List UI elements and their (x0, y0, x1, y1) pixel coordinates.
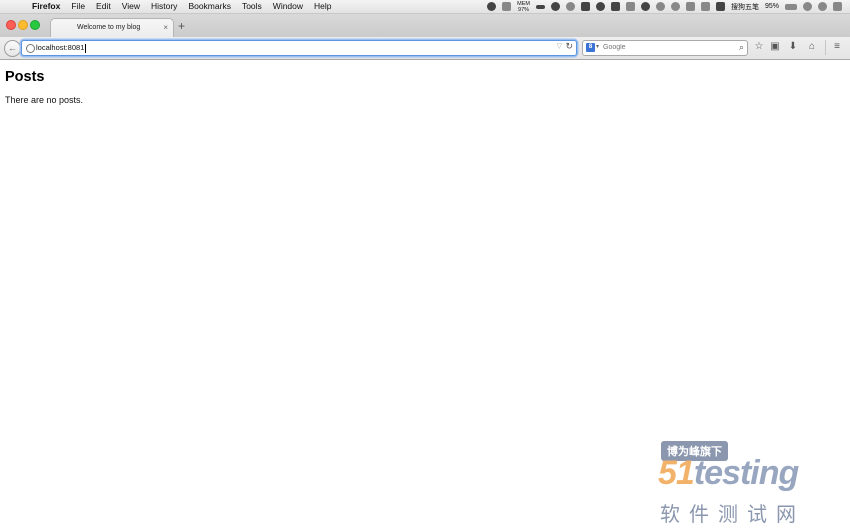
reload-icon[interactable]: ↻ (565, 41, 573, 52)
menu-view[interactable]: View (122, 0, 140, 13)
menu-bar: Firefox File Edit View History Bookmarks… (0, 0, 850, 14)
battery-bar-icon[interactable] (535, 4, 545, 9)
window-zoom-button[interactable] (30, 20, 40, 30)
input-method-label[interactable]: 搜狗五笔 (731, 2, 759, 12)
wechat-icon[interactable] (487, 2, 497, 11)
back-arrow-icon: ← (8, 43, 17, 53)
menu-bookmarks[interactable]: Bookmarks (188, 0, 231, 13)
chrome-icon[interactable] (550, 2, 560, 11)
watermark-logo: 博为峰旗下 51testing 软件测试网 (658, 441, 848, 529)
bluetooth-icon[interactable] (700, 2, 710, 11)
menu-file[interactable]: File (71, 0, 85, 13)
memory-value: 97% (518, 6, 530, 13)
menu-tools[interactable]: Tools (242, 0, 262, 13)
page-title: Posts (5, 69, 45, 85)
wifi-icon[interactable] (655, 2, 665, 11)
spotlight-search-icon[interactable] (818, 2, 827, 11)
search-input[interactable] (603, 42, 728, 53)
battery-percent[interactable]: 95% (765, 3, 779, 10)
sync-icon[interactable] (625, 2, 635, 11)
home-icon[interactable]: ⌂ (806, 41, 818, 53)
back-button[interactable]: ← (4, 40, 21, 57)
search-engine-icon[interactable]: 8 (586, 43, 595, 52)
menu-window[interactable]: Window (273, 0, 303, 13)
watermark-brand-word: testing (693, 454, 799, 492)
hat-icon[interactable] (595, 2, 605, 11)
menu-help[interactable]: Help (314, 0, 331, 13)
menu-app-name[interactable]: Firefox (32, 0, 60, 13)
bookmarks-menu-icon[interactable]: ▣ (769, 41, 781, 53)
watermark-brand-number: 51 (658, 454, 695, 492)
tab-close-icon[interactable]: × (163, 23, 168, 32)
status-area: MEM 97% 搜狗五笔 95% (487, 0, 842, 13)
menu-history[interactable]: History (151, 0, 177, 13)
empty-posts-message: There are no posts. (5, 95, 84, 105)
site-identity-icon[interactable] (26, 44, 35, 53)
window-close-button[interactable] (6, 20, 16, 30)
watermark-subtitle: 软件测试网 (660, 504, 805, 526)
tab-active[interactable]: Welcome to my blog × (50, 18, 174, 38)
search-engine-dropdown-icon[interactable]: ▾ (596, 43, 599, 50)
memory-indicator[interactable]: MEM 97% (517, 1, 530, 13)
notification-center-icon[interactable] (833, 2, 842, 11)
watermark-brand: 51testing (658, 454, 799, 492)
downloads-icon[interactable]: ⬇ (787, 41, 799, 53)
url-dropdown-icon[interactable]: ▽ (557, 42, 562, 50)
bookmark-star-icon[interactable]: ☆ (753, 41, 765, 53)
volume-icon[interactable] (685, 2, 695, 11)
bookmark-app-icon[interactable] (580, 2, 590, 11)
hamburger-menu-icon[interactable]: ≡ (831, 41, 843, 53)
url-input[interactable]: localhost:8081 (36, 42, 87, 54)
eye-icon[interactable] (565, 2, 575, 11)
toolbar-divider (825, 40, 826, 55)
text-caret (85, 43, 87, 53)
new-tab-button[interactable]: + (178, 20, 185, 32)
shield-icon[interactable] (502, 2, 512, 11)
clock-icon[interactable] (803, 2, 812, 11)
url-text: localhost:8081 (36, 43, 85, 52)
input-method-icon[interactable] (715, 2, 725, 11)
search-bar[interactable]: 8 ▾ ⌕ (582, 40, 748, 56)
search-icon[interactable]: ⌕ (739, 42, 744, 53)
tab-strip: Welcome to my blog × + (0, 14, 850, 38)
nav-toolbar: ← localhost:8081 ▽ ↻ 8 ▾ ⌕ ☆ ▣ ⬇ ⌂ ≡ (0, 37, 850, 60)
window-minimize-button[interactable] (18, 20, 28, 30)
penguin-icon[interactable] (640, 2, 650, 11)
tab-title: Welcome to my blog (77, 24, 141, 31)
time-machine-icon[interactable] (670, 2, 680, 11)
g-app-icon[interactable] (610, 2, 620, 11)
url-bar[interactable]: localhost:8081 ▽ ↻ (21, 40, 577, 56)
battery-icon[interactable] (785, 3, 797, 10)
menu-edit[interactable]: Edit (96, 0, 111, 13)
